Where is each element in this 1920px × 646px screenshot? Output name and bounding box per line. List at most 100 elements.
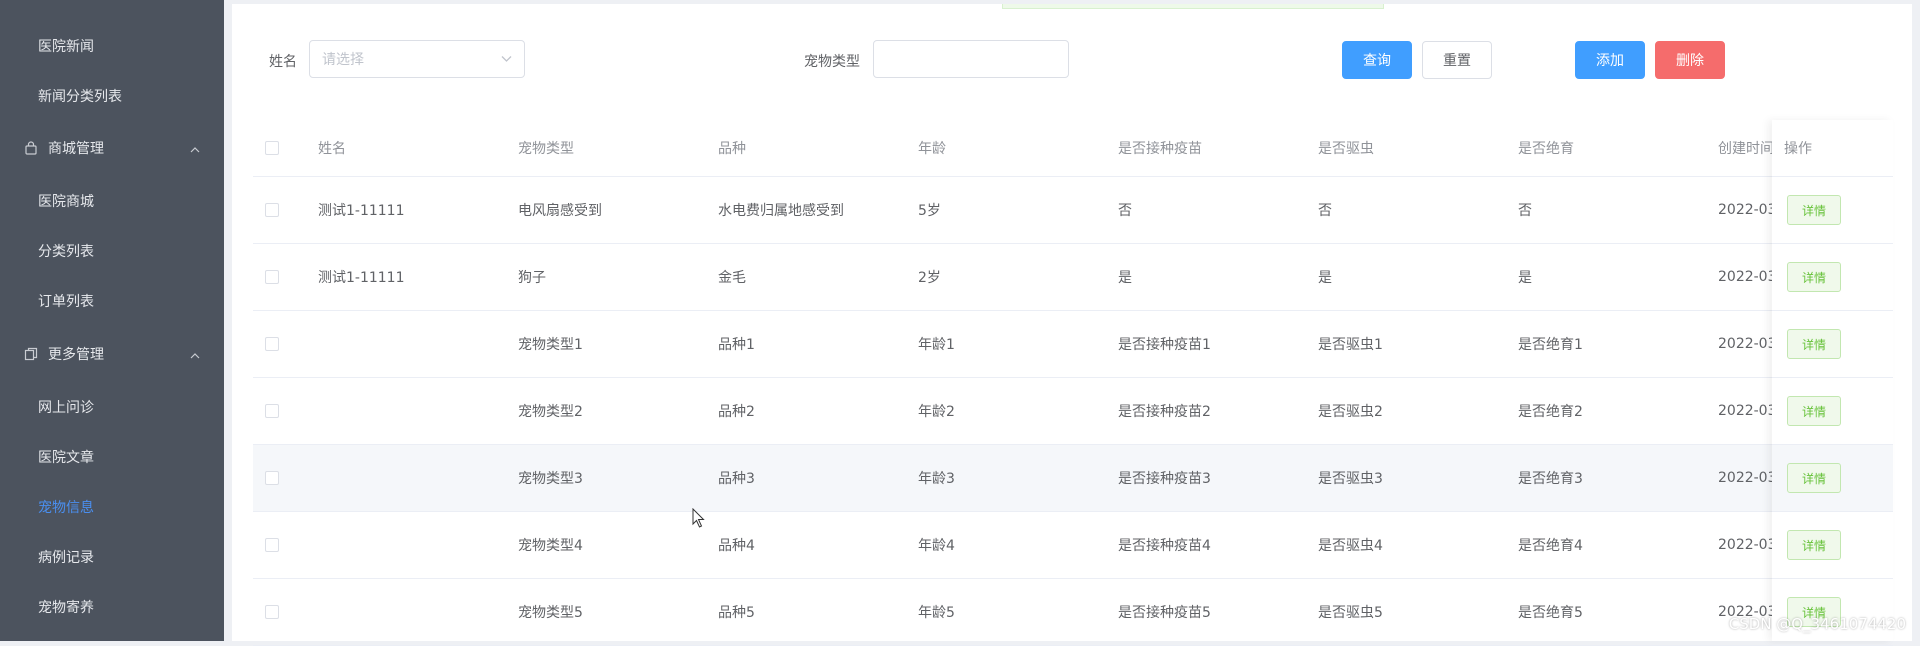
sidebar-item-case-records[interactable]: 病例记录 [0, 537, 224, 577]
sidebar-group-more-mgmt[interactable]: 更多管理 [0, 334, 224, 374]
header-col-breed: 品种 [718, 141, 746, 157]
detail-button[interactable]: 详情 [1787, 195, 1841, 225]
col-pet-type: 宠物类型5 [518, 605, 583, 621]
table-header-row: 姓名 宠物类型 品种 年龄 是否接种疫苗 是否驱虫 是否绝育 创建时间 [253, 120, 1893, 177]
row-checkbox[interactable] [265, 538, 279, 552]
col-vaccinated: 是否接种疫苗4 [1118, 538, 1211, 554]
table-row[interactable]: 宠物类型5 品种5 年龄5 是否接种疫苗5 是否驱虫5 是否绝育5 2022-03 [253, 579, 1893, 646]
col-dewormed: 是否驱虫2 [1318, 404, 1383, 420]
row-checkbox[interactable] [265, 404, 279, 418]
col-pet-type: 宠物类型4 [518, 538, 583, 554]
col-created: 2022-03- [1718, 403, 1778, 419]
sidebar-group-mall-mgmt[interactable]: 商城管理 [0, 128, 224, 168]
sidebar-item-order-list[interactable]: 订单列表 [0, 281, 224, 321]
col-age: 年龄2 [918, 404, 955, 420]
mouse-cursor-icon [692, 508, 705, 528]
row-select-cell [265, 311, 279, 377]
row-checkbox[interactable] [265, 337, 279, 351]
top-notification-edge [1002, 4, 1384, 9]
detail-button[interactable]: 详情 [1787, 530, 1841, 560]
detail-button[interactable]: 详情 [1787, 463, 1841, 493]
sidebar-item-mall[interactable]: 医院商城 [0, 181, 224, 221]
col-age: 年龄4 [918, 538, 955, 554]
row-checkbox[interactable] [265, 203, 279, 217]
col-name [318, 579, 508, 645]
col-age: 年龄1 [918, 337, 955, 353]
detail-button[interactable]: 详情 [1787, 396, 1841, 426]
operation-cell: 详情 [1772, 177, 1893, 244]
row-select-cell [265, 445, 279, 511]
table-row[interactable]: 宠物类型4 品种4 年龄4 是否接种疫苗4 是否驱虫4 是否绝育4 2022-03- [253, 512, 1893, 579]
col-pet-type: 狗子 [518, 270, 546, 286]
table-row[interactable]: 测试1-11111 狗子 金毛 2岁 是 是 是 2022-03- [253, 244, 1893, 311]
header-col-name: 姓名 [318, 141, 346, 157]
copy-icon [24, 347, 38, 361]
sidebar-item-online-consult[interactable]: 网上问诊 [0, 387, 224, 427]
row-select-cell [265, 579, 279, 645]
col-dewormed: 是 [1318, 270, 1332, 286]
table-row[interactable]: 宠物类型1 品种1 年龄1 是否接种疫苗1 是否驱虫1 是否绝育1 2022-03- [253, 311, 1893, 378]
sidebar-item-category-list[interactable]: 分类列表 [0, 231, 224, 271]
query-button[interactable]: 查询 [1342, 41, 1412, 79]
select-all-checkbox[interactable] [265, 141, 279, 155]
col-breed: 金毛 [718, 270, 746, 286]
col-created: 2022-03- [1718, 202, 1778, 218]
table-row[interactable]: 宠物类型3 品种3 年龄3 是否接种疫苗3 是否驱虫3 是否绝育3 2022-03- [253, 445, 1893, 512]
operation-cell: 详情 [1772, 311, 1893, 378]
watermark-text: CSDN @Q_3461074420 [1728, 615, 1906, 633]
col-name [318, 445, 508, 511]
operation-cell: 详情 [1772, 579, 1893, 646]
reset-button[interactable]: 重置 [1422, 41, 1492, 79]
pet-type-input[interactable] [873, 40, 1069, 78]
name-select[interactable]: 请选择 [309, 40, 525, 78]
sidebar-item-news-category[interactable]: 新闻分类列表 [0, 76, 224, 116]
col-created: 2022-03- [1718, 470, 1778, 486]
col-name [318, 311, 508, 377]
sidebar-item-pet-boarding[interactable]: 宠物寄养 [0, 587, 224, 627]
operation-column: 操作 详情 详情 详情 详情 详情 详情 详情 [1772, 120, 1893, 646]
col-pet-type: 宠物类型2 [518, 404, 583, 420]
header-col-age: 年龄 [918, 141, 946, 157]
col-created: 2022-03 [1718, 604, 1777, 620]
col-breed: 品种2 [718, 404, 755, 420]
sidebar-item-news[interactable]: 医院新闻 [0, 26, 224, 66]
col-age: 年龄3 [918, 471, 955, 487]
col-vaccinated: 是否接种疫苗5 [1118, 605, 1211, 621]
chevron-up-icon [190, 142, 200, 153]
header-col-dewormed: 是否驱虫 [1318, 141, 1374, 157]
col-vaccinated: 是否接种疫苗2 [1118, 404, 1211, 420]
row-select-cell [265, 177, 279, 243]
col-vaccinated: 是否接种疫苗3 [1118, 471, 1211, 487]
name-select-placeholder: 请选择 [322, 52, 364, 68]
sidebar-item-articles[interactable]: 医院文章 [0, 437, 224, 477]
sidebar-item-label: 医院商城 [38, 194, 94, 210]
operation-cell: 详情 [1772, 512, 1893, 579]
detail-button[interactable]: 详情 [1787, 329, 1841, 359]
col-vaccinated: 是否接种疫苗1 [1118, 337, 1211, 353]
row-checkbox[interactable] [265, 605, 279, 619]
detail-button[interactable]: 详情 [1787, 262, 1841, 292]
delete-button[interactable]: 删除 [1655, 41, 1725, 79]
table-row[interactable]: 测试1-11111 电风扇感受到 水电费归属地感受到 5岁 否 否 否 2022-03- [253, 177, 1893, 244]
sidebar-item-label: 分类列表 [38, 244, 94, 260]
col-name: 测试1-11111 [318, 203, 405, 219]
col-neutered: 是否绝育2 [1518, 404, 1583, 420]
row-checkbox[interactable] [265, 270, 279, 284]
sidebar-item-label: 医院新闻 [38, 39, 94, 55]
col-dewormed: 是否驱虫1 [1318, 337, 1383, 353]
table-row[interactable]: 宠物类型2 品种2 年龄2 是否接种疫苗2 是否驱虫2 是否绝育2 2022-03- [253, 378, 1893, 445]
header-col-pet-type: 宠物类型 [518, 141, 574, 157]
sidebar-item-pet-info[interactable]: 宠物信息 [0, 487, 224, 527]
header-col-created: 创建时间 [1718, 141, 1774, 157]
sidebar-item-label: 宠物信息 [38, 500, 94, 516]
col-pet-type: 宠物类型1 [518, 337, 583, 353]
chevron-up-icon [190, 348, 200, 359]
row-checkbox[interactable] [265, 471, 279, 485]
bag-icon [24, 141, 38, 155]
col-breed: 品种4 [718, 538, 755, 554]
col-age: 2岁 [918, 270, 941, 286]
add-button[interactable]: 添加 [1575, 41, 1645, 79]
operation-cell: 详情 [1772, 378, 1893, 445]
select-all-cell [265, 120, 279, 176]
header-col-operation: 操作 [1772, 120, 1893, 177]
